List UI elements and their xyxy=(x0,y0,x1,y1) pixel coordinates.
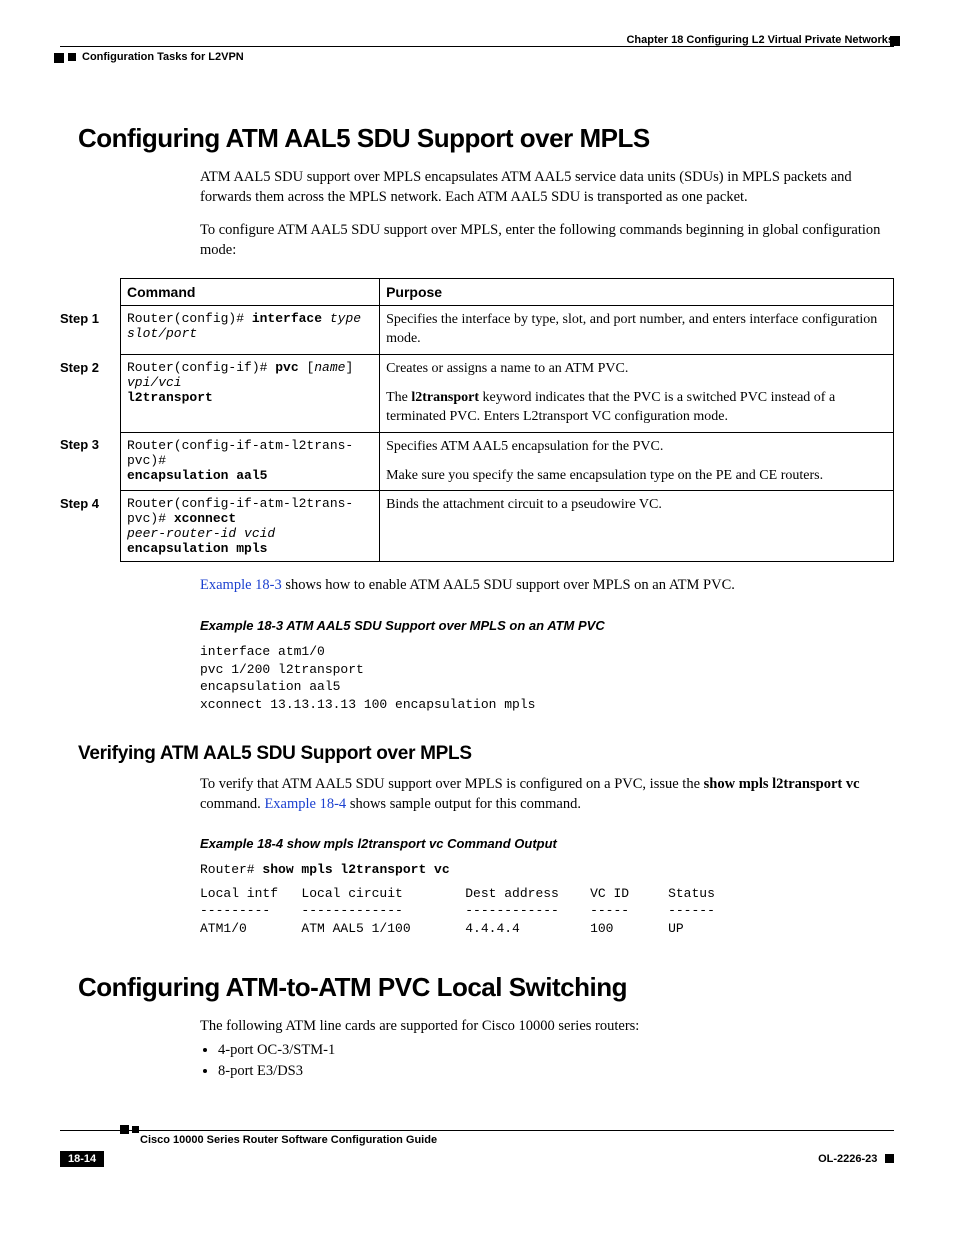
example-18-4-cmd: Router# show mpls l2transport vc xyxy=(200,861,884,879)
heading-atm-local-switching: Configuring ATM-to-ATM PVC Local Switchi… xyxy=(78,972,894,1003)
command-cell: Router(config)# interface type slot/port xyxy=(121,306,380,355)
table-header-empty xyxy=(60,279,121,306)
after-table-text: Example 18-3 shows how to enable ATM AAL… xyxy=(200,576,884,596)
table-header-purpose: Purpose xyxy=(380,279,894,306)
step-label: Step 4 xyxy=(60,491,121,562)
example-18-3-code: interface atm1/0 pvc 1/200 l2transport e… xyxy=(200,643,884,713)
list-item: 8-port E3/DS3 xyxy=(218,1063,884,1080)
intro-p2: To configure ATM AAL5 SDU support over M… xyxy=(200,221,884,260)
page-number-badge: 18-14 xyxy=(60,1151,104,1167)
command-table: Command Purpose Step 1 Router(config)# i… xyxy=(60,278,894,562)
table-row: Step 2 Router(config-if)# pvc [name] vpi… xyxy=(60,355,894,433)
step-label: Step 3 xyxy=(60,432,121,491)
intro-p1: ATM AAL5 SDU support over MPLS encapsula… xyxy=(200,168,884,207)
table-row: Step 4 Router(config-if-atm-l2trans-pvc)… xyxy=(60,491,894,562)
table-row: Step 3 Router(config-if-atm-l2trans-pvc)… xyxy=(60,432,894,491)
example-18-3-link[interactable]: Example 18-3 xyxy=(200,577,282,593)
purpose-cell: Creates or assigns a name to an ATM PVC.… xyxy=(380,355,894,433)
footer-square-icon xyxy=(885,1154,894,1163)
step-label: Step 2 xyxy=(60,355,121,433)
header-square-icon xyxy=(54,53,64,63)
command-cell: Router(config-if-atm-l2trans-pvc)# xconn… xyxy=(121,491,380,562)
header-square-icon xyxy=(68,53,76,61)
command-cell: Router(config-if)# pvc [name] vpi/vci l2… xyxy=(121,355,380,433)
step-label: Step 1 xyxy=(60,306,121,355)
purpose-cell: Specifies the interface by type, slot, a… xyxy=(380,306,894,355)
supported-cards-list: 4-port OC-3/STM-1 8-port E3/DS3 xyxy=(200,1042,884,1080)
header-rule xyxy=(60,46,894,47)
footer-rule xyxy=(60,1130,894,1131)
purpose-cell: Specifies ATM AAL5 encapsulation for the… xyxy=(380,432,894,491)
heading-verify: Verifying ATM AAL5 SDU Support over MPLS xyxy=(78,743,894,765)
list-item: 4-port OC-3/STM-1 xyxy=(218,1042,884,1059)
footer-guide-title: Cisco 10000 Series Router Software Confi… xyxy=(140,1134,894,1146)
header-square-icon xyxy=(890,36,900,46)
table-row: Step 1 Router(config)# interface type sl… xyxy=(60,306,894,355)
heading-config-aal5: Configuring ATM AAL5 SDU Support over MP… xyxy=(78,123,894,154)
example-18-3-caption: Example 18-3 ATM AAL5 SDU Support over M… xyxy=(200,618,884,633)
footer-ol-id: OL-2226-23 xyxy=(818,1153,877,1165)
purpose-cell: Binds the attachment circuit to a pseudo… xyxy=(380,491,894,562)
atm2atm-intro: The following ATM line cards are support… xyxy=(200,1017,884,1037)
example-18-4-link[interactable]: Example 18-4 xyxy=(264,796,346,812)
example-18-4-output: Local intf Local circuit Dest address VC… xyxy=(200,885,884,938)
verify-paragraph: To verify that ATM AAL5 SDU support over… xyxy=(200,775,884,814)
example-18-4-caption: Example 18-4 show mpls l2transport vc Co… xyxy=(200,836,884,851)
command-cell: Router(config-if-atm-l2trans-pvc)# encap… xyxy=(121,432,380,491)
section-label: Configuration Tasks for L2VPN xyxy=(82,51,894,63)
table-header-command: Command xyxy=(121,279,380,306)
chapter-label: Chapter 18 Configuring L2 Virtual Privat… xyxy=(626,34,894,46)
